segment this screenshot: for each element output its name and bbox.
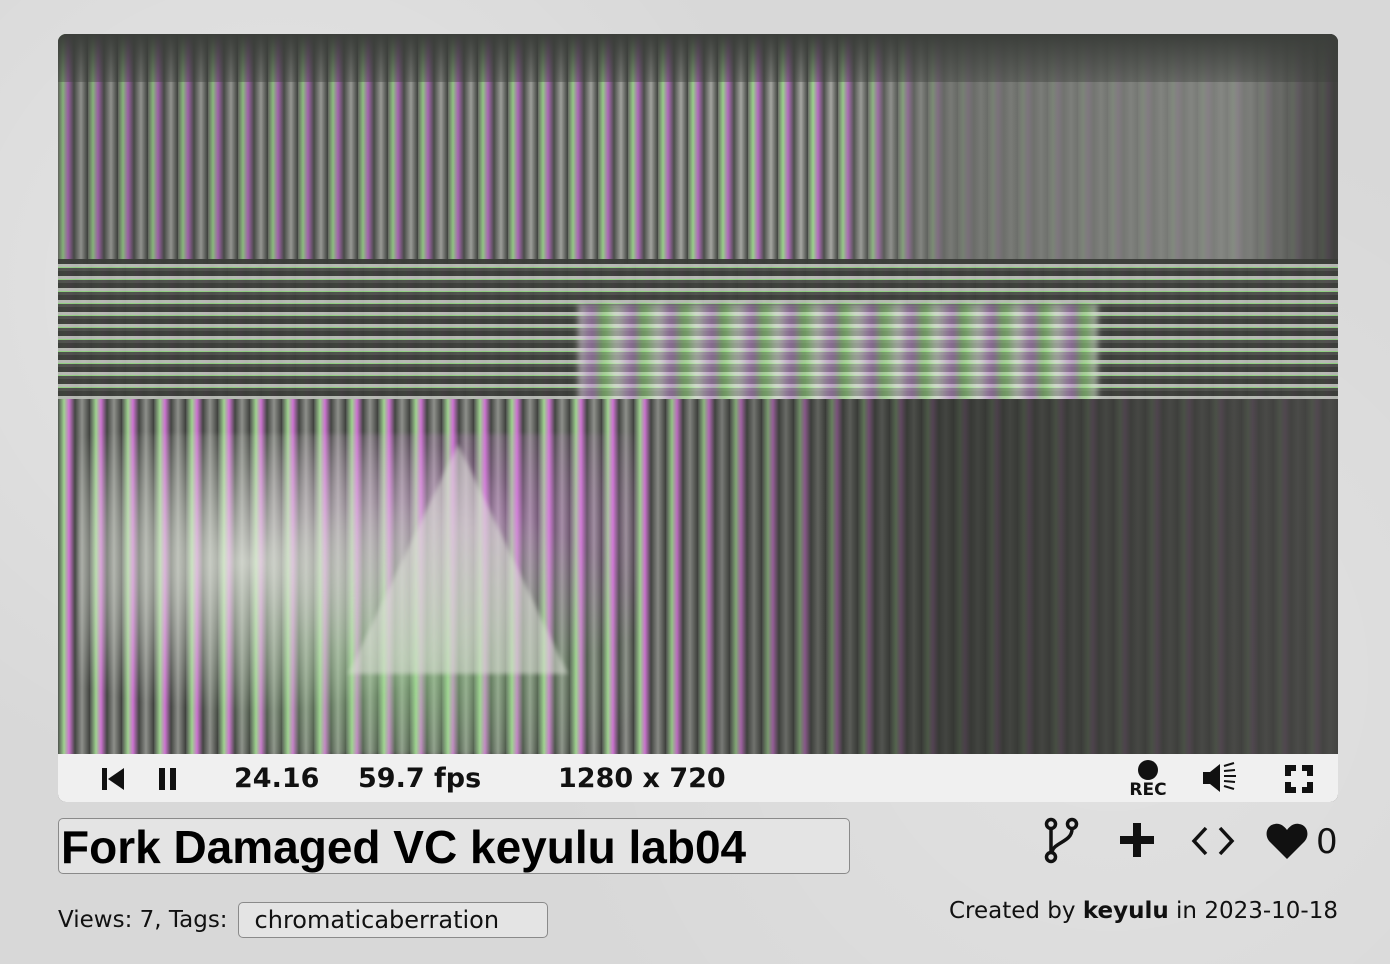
views-label: Views: 7, Tags: [58,907,228,933]
fullscreen-icon[interactable] [1284,764,1314,794]
resolution-readout[interactable]: 1280 x 720 [558,763,726,794]
shader-title[interactable]: Fork Damaged VC keyulu lab04 [58,818,850,874]
page: 24.16 59.7 fps 1280 x 720 REC Fork Damag… [0,0,1390,964]
code-icon[interactable] [1190,816,1236,866]
created-date: 2023-10-18 [1204,898,1338,924]
time-readout: 24.16 [234,763,320,794]
fork-button[interactable] [1042,816,1082,866]
heart-icon[interactable] [1264,816,1310,866]
likes-count: 0 [1316,822,1338,862]
created-mid: in [1176,898,1198,924]
created-info: Created by keyulu in 2023-10-18 [949,898,1338,924]
created-prefix: Created by [948,898,1076,924]
shader-player: 24.16 59.7 fps 1280 x 720 REC [58,34,1338,802]
shader-stats: Views: 7, Tags: chromaticaberration [58,902,548,938]
record-icon [1138,759,1158,780]
plus-icon[interactable] [1117,816,1157,866]
record-button[interactable]: REC [1124,758,1172,800]
shader-canvas[interactable] [58,34,1338,754]
author-link[interactable]: keyulu [1083,898,1169,924]
volume-icon[interactable] [1201,760,1241,796]
tags-field[interactable]: chromaticaberration [237,902,548,938]
skip-back-icon[interactable] [100,766,126,792]
pause-icon[interactable] [156,766,180,792]
record-label: REC [1129,779,1167,800]
player-controls: 24.16 59.7 fps 1280 x 720 REC [58,754,1338,802]
fps-readout: 59.7 fps [358,763,482,794]
